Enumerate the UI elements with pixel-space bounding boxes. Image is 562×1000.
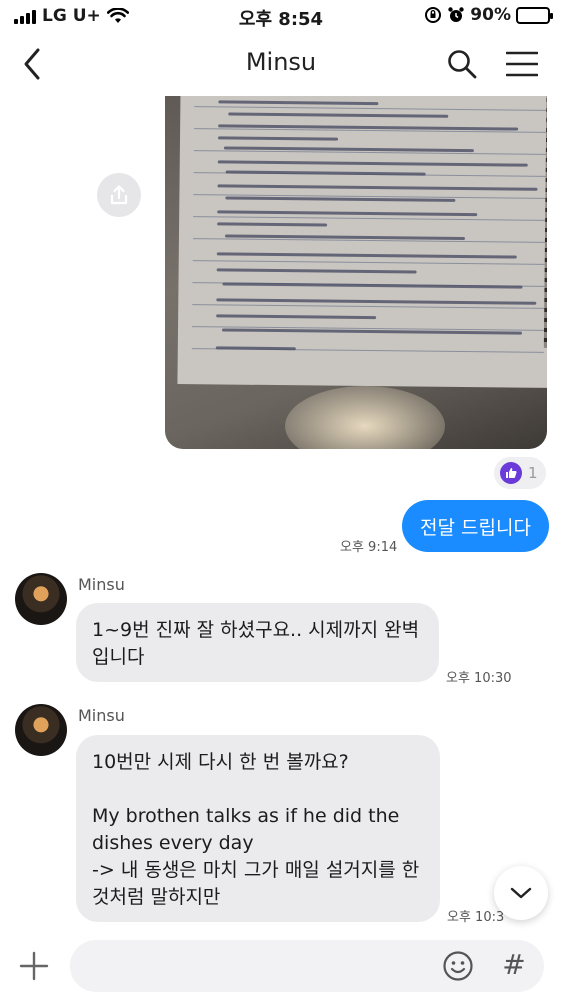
avatar[interactable] bbox=[15, 573, 67, 625]
scroll-down-button[interactable] bbox=[494, 866, 548, 920]
message-text: 10번만 시제 다시 한 번 볼까요? My brothen talks as … bbox=[92, 751, 420, 908]
share-icon bbox=[110, 185, 128, 205]
message-text: 1~9번 진짜 잘 하셨구요.. 시제까지 완벽 입니다 bbox=[92, 619, 420, 668]
menu-icon[interactable] bbox=[506, 50, 538, 78]
outgoing-message[interactable]: 전달 드립니다 bbox=[402, 500, 549, 552]
reaction-count: 1 bbox=[528, 464, 538, 482]
chevron-down-icon bbox=[510, 887, 532, 899]
like-reaction[interactable]: 1 bbox=[494, 457, 546, 489]
chat-header: Minsu bbox=[0, 36, 562, 92]
message-time: 오후 10:3 bbox=[447, 910, 505, 925]
status-bar: LG U+ 오후 8:54 90% bbox=[0, 0, 562, 30]
sender-name: Minsu bbox=[78, 575, 125, 594]
composer: # bbox=[0, 932, 562, 1000]
sender-name: Minsu bbox=[78, 706, 125, 725]
hashtag-button[interactable]: # bbox=[502, 948, 526, 982]
alarm-icon bbox=[448, 7, 464, 22]
battery-percent: 90% bbox=[470, 5, 511, 25]
like-icon bbox=[500, 462, 522, 484]
message-time: 오후 10:30 bbox=[446, 671, 512, 686]
avatar[interactable] bbox=[15, 704, 67, 756]
message-time: 오후 9:14 bbox=[340, 540, 398, 555]
plus-icon[interactable] bbox=[18, 950, 50, 982]
message-input[interactable] bbox=[86, 940, 426, 992]
photo-message[interactable] bbox=[165, 96, 547, 449]
message-input-wrapper: # bbox=[70, 940, 544, 992]
incoming-message[interactable]: 1~9번 진짜 잘 하셨구요.. 시제까지 완벽 입니다 bbox=[76, 603, 439, 682]
notebook-photo bbox=[177, 96, 547, 388]
emoji-icon[interactable] bbox=[442, 950, 474, 982]
share-button[interactable] bbox=[97, 173, 141, 217]
search-icon[interactable] bbox=[446, 48, 478, 80]
battery-icon bbox=[516, 6, 553, 24]
status-right: 90% bbox=[424, 5, 553, 25]
orientation-lock-icon bbox=[425, 7, 442, 23]
incoming-message[interactable]: 10번만 시제 다시 한 번 볼까요? My brothen talks as … bbox=[76, 735, 440, 922]
